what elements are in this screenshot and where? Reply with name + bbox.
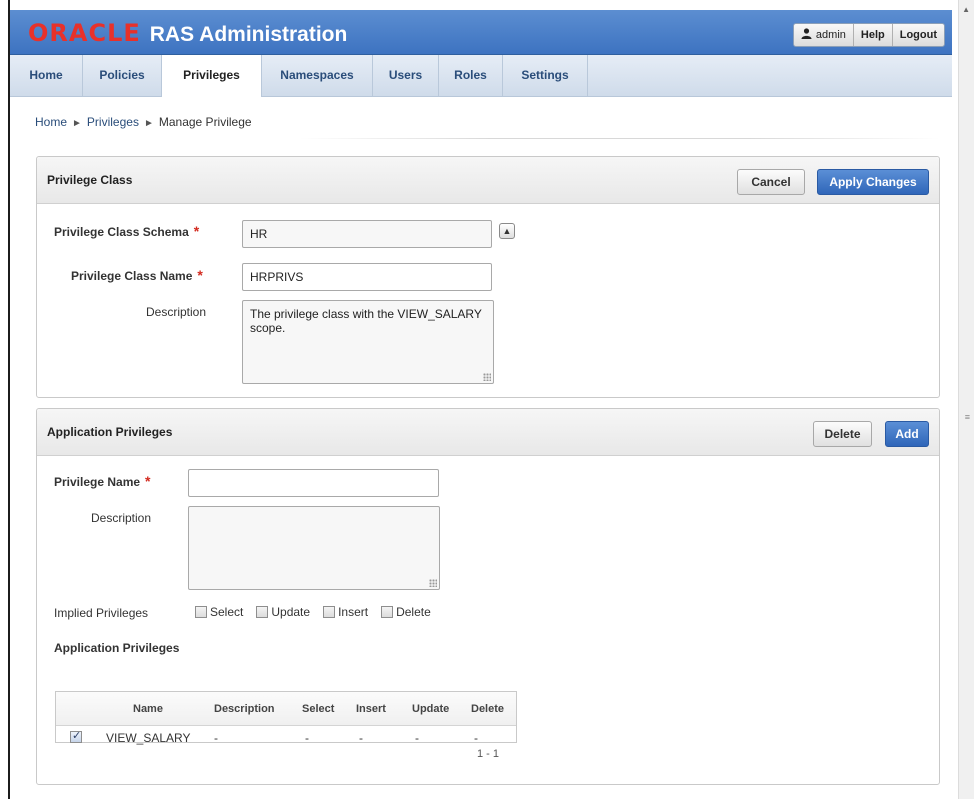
column-header-delete[interactable]: Delete bbox=[471, 703, 504, 715]
column-header-name[interactable]: Name bbox=[133, 703, 163, 715]
breadcrumb: Home ► Privileges ► Manage Privilege bbox=[35, 115, 252, 129]
tab-privileges[interactable]: Privileges bbox=[162, 55, 262, 97]
tab-policies[interactable]: Policies bbox=[83, 55, 162, 96]
implied-select[interactable]: Select bbox=[195, 605, 243, 619]
required-marker: * bbox=[193, 223, 200, 239]
privileges-table: Name Description Select Insert Update De… bbox=[55, 691, 517, 745]
schema-field[interactable]: HR bbox=[242, 220, 492, 248]
column-header-description[interactable]: Description bbox=[214, 703, 275, 715]
delete-button[interactable]: Delete bbox=[813, 421, 872, 447]
privileges-table-title: Application Privileges bbox=[54, 641, 180, 655]
main-tabs: Home Policies Privileges Namespaces User… bbox=[10, 55, 952, 97]
breadcrumb-current: Manage Privilege bbox=[158, 115, 252, 129]
class-description-label: Description bbox=[146, 305, 207, 319]
app-header: ORACLE RAS Administration admin Help Log… bbox=[10, 10, 952, 55]
checkbox[interactable] bbox=[256, 606, 269, 618]
chevron-up-icon[interactable]: ▲ bbox=[499, 223, 515, 239]
logout-link[interactable]: Logout bbox=[891, 24, 944, 46]
breadcrumb-privileges[interactable]: Privileges bbox=[87, 115, 139, 129]
row-checkbox[interactable] bbox=[70, 729, 82, 743]
add-button[interactable]: Add bbox=[885, 421, 929, 447]
tab-home[interactable]: Home bbox=[10, 55, 83, 96]
cell-select: - bbox=[305, 731, 309, 745]
cell-insert: - bbox=[359, 731, 363, 745]
breadcrumb-home[interactable]: Home bbox=[35, 115, 67, 129]
user-menu[interactable]: admin bbox=[794, 24, 853, 46]
divider bbox=[300, 138, 940, 139]
tab-settings[interactable]: Settings bbox=[503, 55, 588, 96]
utility-bar: admin Help Logout bbox=[792, 23, 945, 47]
checkbox[interactable] bbox=[381, 606, 394, 618]
implied-insert[interactable]: Insert bbox=[323, 605, 368, 619]
cell-description: - bbox=[214, 731, 218, 745]
implied-delete[interactable]: Delete bbox=[381, 605, 431, 619]
implied-privileges-group: Select Update Insert Delete bbox=[195, 605, 444, 619]
required-marker: * bbox=[197, 267, 203, 283]
resize-grip-icon[interactable] bbox=[483, 373, 491, 381]
cell-name: VIEW_SALARY bbox=[106, 731, 191, 745]
vertical-scrollbar[interactable]: ▲ ≡ bbox=[958, 0, 974, 799]
user-icon bbox=[801, 28, 812, 39]
region-title: Privilege Class bbox=[47, 173, 133, 187]
tab-users[interactable]: Users bbox=[373, 55, 439, 96]
brand: ORACLE RAS Administration bbox=[28, 19, 347, 47]
checkbox[interactable] bbox=[195, 606, 207, 618]
help-link[interactable]: Help bbox=[852, 24, 892, 46]
breadcrumb-separator-icon: ► bbox=[72, 118, 82, 129]
class-name-field[interactable]: HRPRIVS bbox=[242, 263, 492, 291]
privilege-name-label: Privilege Name * bbox=[54, 473, 151, 489]
column-header-insert[interactable]: Insert bbox=[356, 703, 386, 715]
table-header: Name Description Select Insert Update De… bbox=[56, 692, 516, 726]
resize-grip-icon[interactable] bbox=[429, 579, 437, 587]
breadcrumb-separator-icon: ► bbox=[143, 118, 154, 129]
region-header: Application Privileges Delete Add bbox=[37, 409, 939, 456]
privilege-description-field[interactable] bbox=[188, 506, 440, 590]
app-title: RAS Administration bbox=[149, 23, 348, 46]
column-header-select[interactable]: Select bbox=[302, 703, 334, 715]
column-header-update[interactable]: Update bbox=[412, 703, 449, 715]
apply-changes-button[interactable]: Apply Changes bbox=[817, 169, 929, 195]
required-marker: * bbox=[145, 473, 151, 489]
region-header: Privilege Class Cancel Apply Changes bbox=[37, 157, 939, 204]
implied-privileges-label: Implied Privileges bbox=[54, 606, 149, 620]
class-description-text: The privilege class with the VIEW_SALARY… bbox=[250, 307, 482, 335]
tab-namespaces[interactable]: Namespaces bbox=[262, 55, 373, 96]
table-row[interactable]: VIEW_SALARY - - - - - bbox=[56, 726, 516, 745]
oracle-logo: ORACLE bbox=[28, 19, 141, 47]
privilege-class-region: Privilege Class Cancel Apply Changes Pri… bbox=[36, 156, 940, 398]
cancel-button[interactable]: Cancel bbox=[737, 169, 805, 195]
cell-delete: - bbox=[474, 731, 478, 745]
scroll-up-icon[interactable]: ▲ bbox=[962, 5, 970, 14]
checkbox[interactable] bbox=[323, 606, 336, 618]
username: admin bbox=[815, 29, 846, 41]
privilege-description-label: Description bbox=[91, 511, 152, 525]
tab-roles[interactable]: Roles bbox=[439, 55, 503, 96]
window-frame bbox=[8, 0, 10, 799]
cell-update: - bbox=[415, 731, 419, 745]
application-privileges-region: Application Privileges Delete Add Privil… bbox=[36, 408, 940, 785]
region-title: Application Privileges bbox=[47, 425, 173, 439]
privilege-name-field[interactable] bbox=[188, 469, 439, 497]
schema-label: Privilege Class Schema * bbox=[54, 223, 200, 239]
pagination: 1 - 1 bbox=[477, 748, 500, 760]
class-name-label: Privilege Class Name * bbox=[71, 267, 203, 283]
class-description-field[interactable]: The privilege class with the VIEW_SALARY… bbox=[242, 300, 494, 384]
scroll-grip-icon[interactable]: ≡ bbox=[965, 412, 970, 422]
implied-update[interactable]: Update bbox=[256, 605, 310, 619]
